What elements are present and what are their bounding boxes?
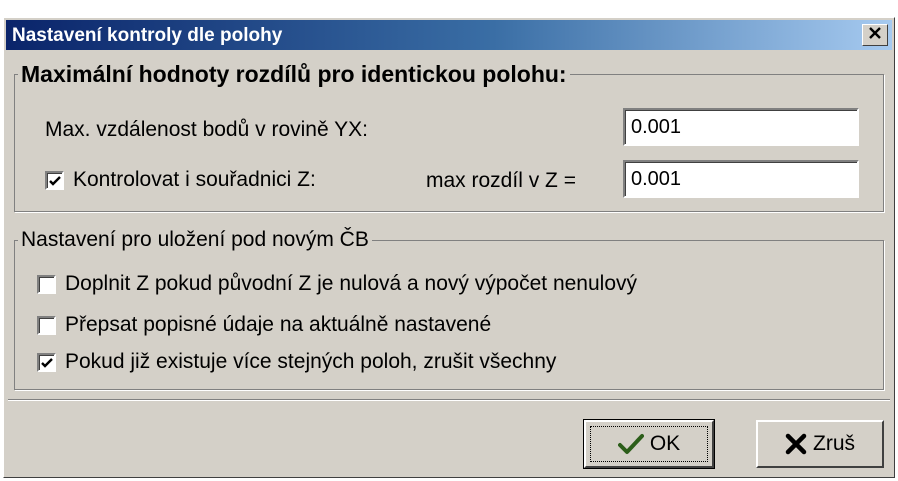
ok-button[interactable]: OK: [583, 419, 715, 469]
check-z-row[interactable]: Kontrolovat i souřadnici Z:: [45, 168, 316, 192]
option-cancel-all-checkbox[interactable]: [37, 352, 56, 372]
identical-position-legend: Maximální hodnoty rozdílů pro identickou…: [21, 61, 567, 87]
option-overwrite-checkbox[interactable]: [37, 315, 56, 335]
option-overwrite-row[interactable]: Přepsat popisné údaje na aktuálně nastav…: [37, 313, 491, 337]
close-button[interactable]: [862, 24, 888, 46]
option-cancel-all-row[interactable]: Pokud již existuje více stejných poloh, …: [37, 350, 556, 374]
focus-rectangle: [590, 426, 708, 462]
option-fill-z-label: Doplnit Z pokud původní Z je nulová a no…: [65, 272, 638, 295]
option-overwrite-label: Přepsat popisné údaje na aktuálně nastav…: [65, 313, 492, 336]
max-z-input[interactable]: [623, 160, 859, 198]
checkmark-icon: [41, 357, 53, 368]
max-distance-input[interactable]: [623, 108, 859, 146]
cancel-button[interactable]: Zruš: [756, 420, 884, 468]
close-icon: [868, 23, 882, 45]
save-settings-legend: Nastavení pro uložení pod novým ČB: [21, 228, 369, 251]
button-separator: [8, 399, 890, 401]
title-bar[interactable]: Nastavení kontroly dle polohy: [6, 20, 892, 50]
option-cancel-all-label: Pokud již existuje více stejných poloh, …: [65, 350, 557, 373]
max-z-label: max rozdíl v Z =: [426, 169, 576, 192]
option-fill-z-checkbox[interactable]: [37, 274, 56, 294]
window-title: Nastavení kontroly dle polohy: [12, 25, 283, 46]
check-z-checkbox[interactable]: [45, 170, 64, 190]
dialog-window: Nastavení kontroly dle polohy Maximální …: [3, 17, 895, 478]
cancel-button-label: Zruš: [813, 432, 855, 455]
max-distance-label: Max. vzdálenost bodů v rovině YX:: [45, 118, 368, 141]
check-z-label: Kontrolovat i souřadnici Z:: [73, 168, 316, 191]
x-icon: [785, 433, 807, 455]
checkmark-icon: [49, 175, 61, 186]
option-fill-z-row[interactable]: Doplnit Z pokud původní Z je nulová a no…: [37, 272, 637, 296]
